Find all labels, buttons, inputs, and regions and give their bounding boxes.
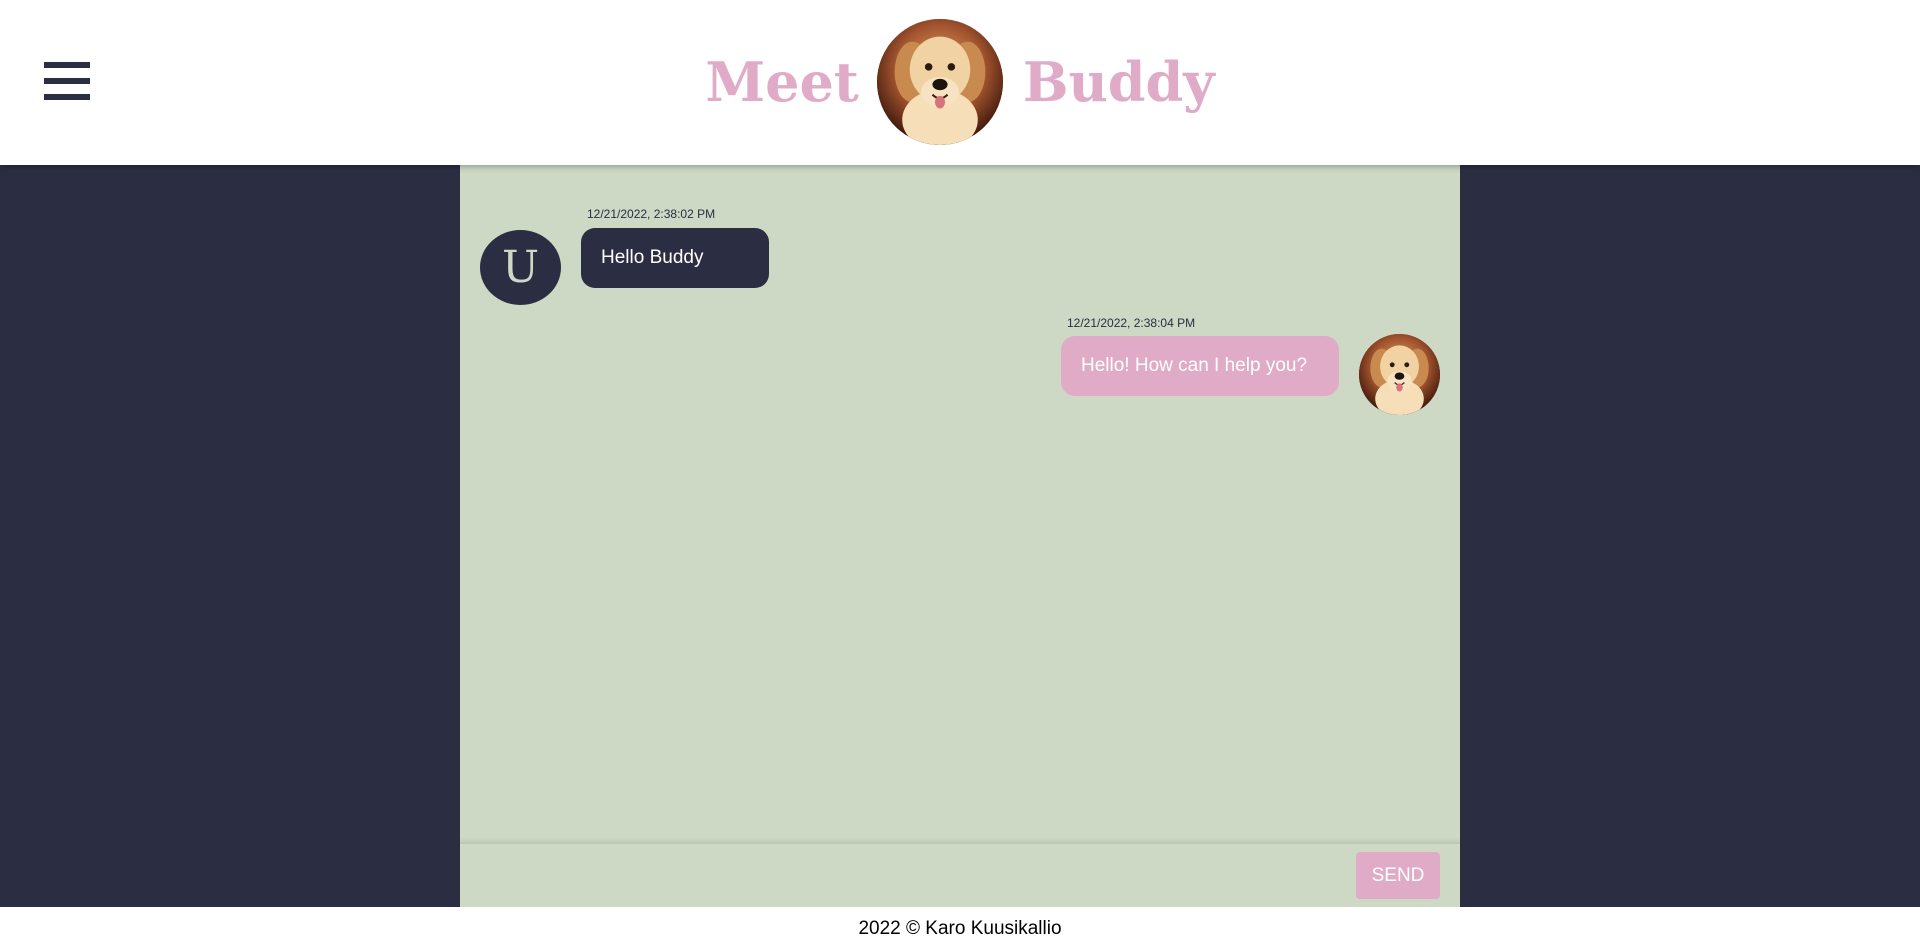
brand-word-buddy: Buddy [1022,50,1215,114]
message-composer: SEND [460,842,1460,907]
user-avatar: U [480,230,561,305]
footer: 2022 © Karo Kuusikallio [0,907,1920,951]
message-timestamp: 12/21/2022, 2:38:04 PM [1067,316,1196,330]
brand-word-meet: Meet [705,50,859,114]
dog-avatar-icon [876,19,1003,145]
bot-avatar-icon [1359,334,1440,415]
brand-logo: Meet Buddy [0,18,1920,146]
message-input[interactable] [460,844,1360,907]
chat-panel: 12/21/2022, 2:38:02 PM U Hello Buddy 12/… [460,165,1460,907]
user-message-bubble: Hello Buddy [581,228,769,288]
app-header: Meet Buddy [0,0,1920,165]
copyright-text: 2022 © Karo Kuusikallio [858,918,1062,939]
message-timestamp: 12/21/2022, 2:38:02 PM [587,207,716,221]
bot-message-bubble: Hello! How can I help you? [1061,336,1339,396]
send-button[interactable]: SEND [1356,852,1440,899]
